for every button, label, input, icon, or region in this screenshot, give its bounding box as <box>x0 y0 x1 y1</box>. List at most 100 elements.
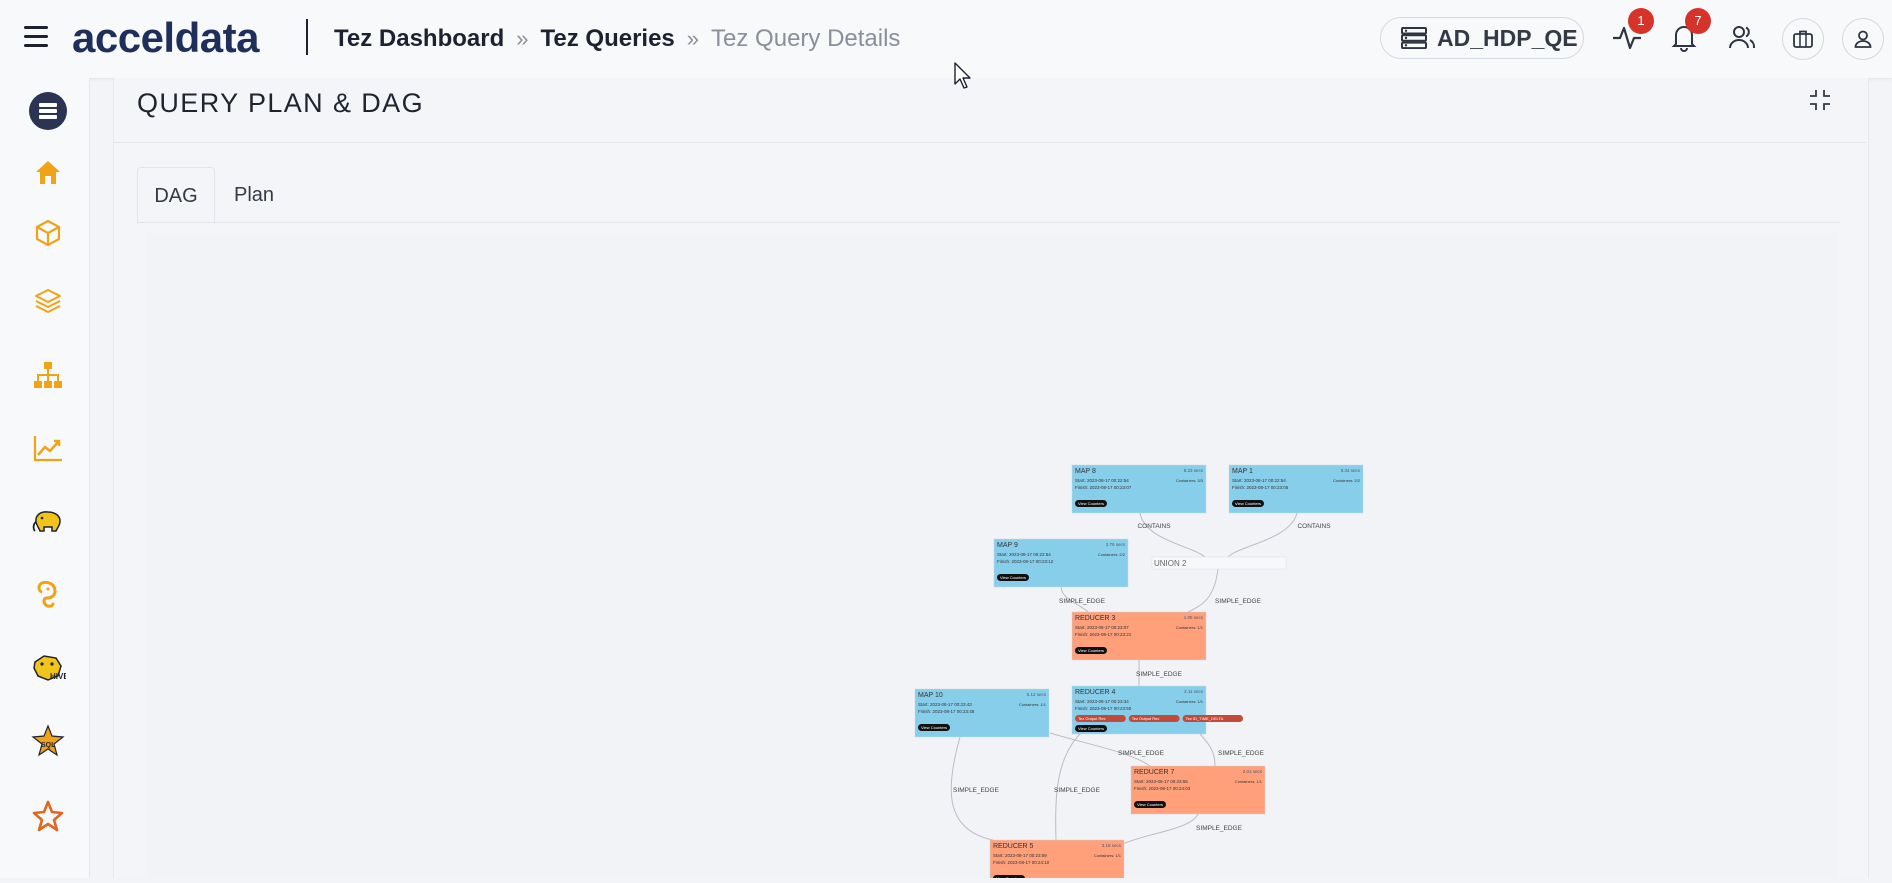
breadcrumb-tez-dashboard[interactable]: Tez Dashboard <box>334 25 504 52</box>
view-counters-button[interactable]: View Counters <box>1232 500 1264 507</box>
sidebar-item-cube[interactable] <box>28 213 68 253</box>
dag-node-duration: 2.01 secs <box>1243 769 1263 774</box>
dag-edge: SIMPLE_EDGE <box>1049 732 1165 767</box>
top-bar: acceldata Tez Dashboard» Tez Queries» Tez … <box>0 0 1892 79</box>
svg-text:SQL: SQL <box>41 742 56 749</box>
dag-node-status: Containers: 1/1 <box>1019 702 1047 707</box>
star-outline-icon <box>32 800 64 832</box>
breadcrumb-separator: » <box>516 26 529 51</box>
sidebar-item-hadoop[interactable] <box>28 501 68 541</box>
hierarchy-icon <box>34 362 62 388</box>
home-icon <box>36 161 60 184</box>
breadcrumb-separator: » <box>686 26 700 51</box>
dag-edge: SIMPLE_EDGE <box>1119 813 1243 846</box>
view-counters-button[interactable]: View Counters <box>997 574 1029 581</box>
user-icon <box>1854 30 1872 48</box>
dag-node[interactable]: REDUCER 7 2.01 secs Start: 2023-08-17 00:2… <box>1130 765 1266 815</box>
sidebar-item-layers[interactable] <box>28 281 68 321</box>
view-counters-button[interactable]: View Counters <box>1075 500 1107 507</box>
notification-badge: 7 <box>1685 8 1711 34</box>
tab-plan[interactable]: Plan <box>221 167 287 223</box>
cluster-selector[interactable]: AD_HDP_QE <box>1380 17 1584 59</box>
dag-node-title: MAP 8 <box>1075 468 1096 475</box>
dag-edge: CONTAINS <box>1137 512 1206 558</box>
dag-edge-label: CONTAINS <box>1137 523 1171 530</box>
sidebar-item-spark[interactable]: SQL <box>28 721 68 761</box>
svg-text:View Counters: View Counters <box>921 725 947 730</box>
dag-node[interactable]: MAP 8 8.23 secs Start: 2023-08-17 00:22:54… <box>1071 464 1207 514</box>
sidebar-item-hdfs[interactable] <box>28 575 68 615</box>
dag-edge-label: CONTAINS <box>1297 523 1331 530</box>
users-button[interactable] <box>1725 20 1759 54</box>
dag-node-start: Start: 2023-08-17 00:23:55 <box>1134 779 1188 784</box>
dag-node-title: MAP 1 <box>1232 468 1253 475</box>
server-stack-icon <box>29 92 67 130</box>
cube-icon <box>35 219 61 247</box>
dag-node-title: REDUCER 7 <box>1134 769 1175 776</box>
view-counters-button[interactable]: View Counters <box>918 724 950 731</box>
acceldata-logo[interactable]: acceldata <box>72 12 259 64</box>
briefcase-button[interactable] <box>1782 18 1824 60</box>
user-profile-button[interactable] <box>1842 18 1884 60</box>
sidebar-item-hierarchy[interactable] <box>28 355 68 395</box>
dag-node-title: MAP 10 <box>918 692 943 699</box>
breadcrumb: Tez Dashboard » Tez Queries » Tez Query Deta… <box>334 24 900 54</box>
svg-text:UNION 2: UNION 2 <box>1154 559 1187 568</box>
briefcase-icon <box>1793 30 1813 48</box>
dag-node-title: MAP 9 <box>997 542 1018 549</box>
view-counters-button[interactable]: View Counters <box>1075 647 1107 654</box>
dag-node-start: Start: 2023-08-17 00:22:54 <box>1075 478 1129 483</box>
dag-node-title: REDUCER 5 <box>993 843 1034 850</box>
dag-edge-label: SIMPLE_EDGE <box>1059 598 1106 605</box>
hamburger-menu-icon[interactable] <box>24 26 48 48</box>
svg-text:View Counters: View Counters <box>1078 726 1104 731</box>
dag-canvas[interactable]: CONTAINS CONTAINS SIMPLE_EDGE SIMPLE_EDGE SI… <box>145 233 1838 883</box>
hive-icon: HIVE <box>33 655 66 681</box>
sidebar-item-home[interactable] <box>28 152 68 192</box>
dag-node-status: Containers: 3/3 <box>1176 478 1204 483</box>
cluster-name: AD_HDP_QE <box>1437 24 1578 51</box>
dag-edge: SIMPLE_EDGE <box>1199 733 1265 767</box>
dag-edge-label: SIMPLE_EDGE <box>953 787 1000 794</box>
dag-node[interactable]: MAP 1 8.34 secs Start: 2023-08-17 00:22:54… <box>1228 464 1364 514</box>
dag-union-node[interactable]: UNION 2 <box>1151 556 1287 570</box>
dag-node-tag[interactable]: Tez ID_TIME_DELTA <box>1182 715 1243 722</box>
dag-node-finish: Finish: 2023-08-17 00:23:07 <box>1075 485 1132 490</box>
dag-node[interactable]: MAP 10 5.12 secs Start: 2023-08-17 00:23:4… <box>914 688 1050 738</box>
dag-node[interactable]: REDUCER 5 3.15 secs Start: 2023-08-17 00:2… <box>989 839 1125 883</box>
sidebar-item-cluster[interactable] <box>28 91 68 131</box>
dag-node-tag[interactable]: Tez Output Rec <box>1128 715 1180 722</box>
dag-node[interactable]: REDUCER 4 2.11 secs Start: 2023-08-17 00:2… <box>1071 685 1243 735</box>
users-icon <box>1729 26 1756 49</box>
dag-node-tag[interactable]: Tez Output Rec <box>1075 715 1126 722</box>
sidebar-item-star[interactable] <box>28 796 68 836</box>
dag-node-start: Start: 2023-08-17 00:23:07 <box>1075 625 1129 630</box>
dag-edge: SIMPLE_EDGE <box>1187 567 1262 613</box>
title-divider <box>114 142 1866 143</box>
view-counters-button[interactable]: View Counters <box>1134 801 1166 808</box>
notifications-button[interactable]: 7 <box>1667 8 1711 54</box>
dag-node-start: Start: 2023-08-17 00:23:59 <box>993 853 1047 858</box>
dag-node-duration: 1.05 secs <box>1184 615 1204 620</box>
svg-text:View Counters: View Counters <box>1078 648 1104 653</box>
sidebar-item-hive[interactable]: HIVE <box>28 648 68 688</box>
dag-node-start: Start: 2023-08-17 00:23:34 <box>1075 699 1129 704</box>
tab-dag[interactable]: DAG <box>137 167 215 224</box>
collapse-icon[interactable] <box>1808 88 1832 112</box>
dag-node-duration: 5.12 secs <box>1027 692 1047 697</box>
dag-edge-label: SIMPLE_EDGE <box>1054 787 1101 794</box>
dag-edge-label: SIMPLE_EDGE <box>1136 671 1183 678</box>
breadcrumb-tez-queries[interactable]: Tez Queries <box>541 25 675 52</box>
dag-node-duration: 2.11 secs <box>1184 689 1204 694</box>
activity-button[interactable]: 1 <box>1610 8 1654 54</box>
dag-node[interactable]: REDUCER 3 1.05 secs Start: 2023-08-17 00:2… <box>1071 611 1207 661</box>
svg-text:HIVE: HIVE <box>50 672 66 681</box>
page-title: QUERY PLAN & DAG <box>137 88 424 118</box>
view-counters-button[interactable]: View Counters <box>1075 725 1107 732</box>
tabs-divider <box>137 222 1840 223</box>
sidebar-item-trends[interactable] <box>28 428 68 468</box>
dag-node[interactable]: MAP 9 3.76 secs Start: 2023-08-17 00:22:54… <box>993 538 1129 588</box>
dag-edge: SIMPLE_EDGE <box>1059 586 1106 613</box>
dag-node-duration: 3.76 secs <box>1106 542 1126 547</box>
dag-graph: CONTAINS CONTAINS SIMPLE_EDGE SIMPLE_EDGE SI… <box>914 464 1364 883</box>
